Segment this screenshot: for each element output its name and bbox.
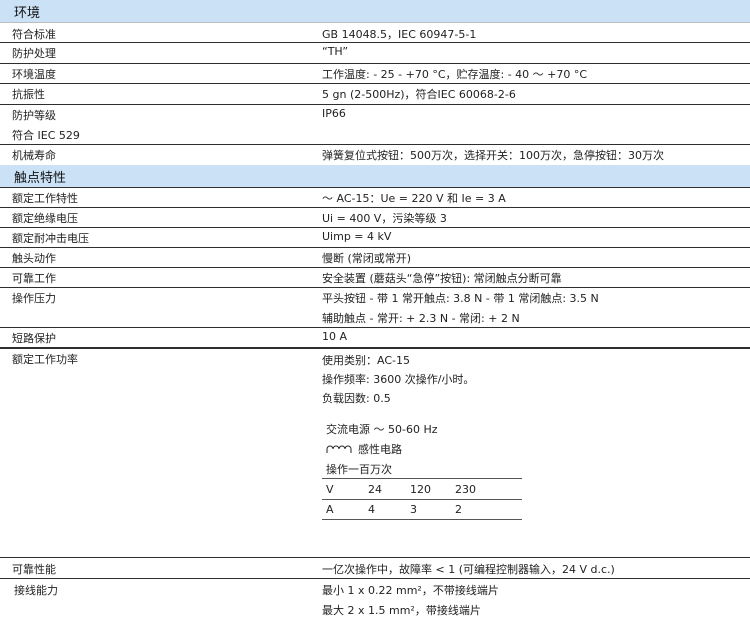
power-million-ops: 操作一百万次 bbox=[326, 463, 392, 476]
row-value-rated-char: ～ AC-15：Ue = 220 V 和 Ie = 3 A bbox=[322, 192, 506, 205]
divider bbox=[0, 267, 750, 268]
table-cell: 4 bbox=[368, 503, 375, 516]
divider bbox=[0, 144, 750, 145]
divider bbox=[0, 327, 750, 328]
row-value-mech-life: 弹簧复位式按钮：500万次，选择开关：100万次，急停按钮：30万次 bbox=[322, 149, 664, 162]
row-value-short-circuit: 10 A bbox=[322, 330, 348, 343]
row-value-reliability: 一亿次操作中，故障率 < 1 (可编程控制器输入，24 V d.c.) bbox=[322, 563, 615, 576]
section-title: 触点特性 bbox=[14, 171, 67, 186]
row-value-standard: GB 14048.5，IEC 60947-5-1 bbox=[322, 28, 477, 41]
row-value-force-2: 辅助触点 - 常开: + 2.3 N - 常闭: + 2 N bbox=[322, 312, 520, 325]
inductor-icon bbox=[326, 445, 352, 453]
divider bbox=[0, 287, 750, 288]
row-label-impulse: 额定耐冲击电压 bbox=[12, 232, 89, 245]
power-usage-category: 使用类别：AC-15 bbox=[322, 354, 410, 367]
row-value-action: 慢断 (常闭或常开) bbox=[322, 252, 412, 265]
power-frequency: 操作频率: 3600 次操作/小时。 bbox=[322, 373, 475, 386]
row-value-ip-rating: IP66 bbox=[322, 107, 346, 120]
table-header-cell: 24 bbox=[368, 483, 382, 496]
row-value-connection-2: 最大 2 x 1.5 mm²，带接线端片 bbox=[322, 604, 481, 617]
divider bbox=[0, 187, 750, 188]
table-header-cell: 120 bbox=[410, 483, 431, 496]
divider bbox=[0, 207, 750, 208]
row-value-insulation: Ui = 400 V，污染等级 3 bbox=[322, 212, 447, 225]
table-cell: 3 bbox=[410, 503, 417, 516]
row-value-force-1: 平头按钮 - 带 1 常开触点: 3.8 N - 带 1 常闭触点: 3.5 N bbox=[322, 292, 599, 305]
row-label-ip-rating: 防护等级 bbox=[12, 109, 56, 122]
row-value-connection-1: 最小 1 x 0.22 mm²，不带接线端片 bbox=[322, 584, 499, 597]
row-label-power: 额定工作功率 bbox=[12, 353, 78, 366]
row-label-reliability: 可靠性能 bbox=[12, 563, 56, 576]
row-label-reliable: 可靠工作 bbox=[12, 272, 56, 285]
divider bbox=[0, 247, 750, 248]
divider bbox=[0, 63, 750, 64]
row-label-mech-life: 机械寿命 bbox=[12, 149, 56, 162]
table-rule bbox=[322, 499, 522, 500]
row-label-short-circuit: 短路保护 bbox=[12, 332, 56, 345]
table-header-cell: 230 bbox=[455, 483, 476, 496]
row-value-impulse: Uimp = 4 kV bbox=[322, 230, 392, 243]
divider bbox=[0, 42, 750, 43]
row-label-standard: 符合标准 bbox=[12, 28, 56, 41]
table-rule bbox=[322, 519, 522, 520]
divider bbox=[0, 22, 750, 23]
row-label-protection-treatment: 防护处理 bbox=[12, 47, 56, 60]
spec-sheet: 环境 符合标准 GB 14048.5，IEC 60947-5-1 防护处理 “T… bbox=[0, 0, 750, 622]
power-load-factor: 负载因数: 0.5 bbox=[322, 392, 391, 405]
section-header-contact: 触点特性 bbox=[0, 165, 750, 187]
row-label-force: 操作压力 bbox=[12, 292, 56, 305]
divider bbox=[0, 347, 750, 349]
row-label-rated-char: 额定工作特性 bbox=[12, 192, 78, 205]
table-row-a: A bbox=[326, 503, 334, 516]
power-ac-supply: 交流电源 ～ 50-60 Hz bbox=[326, 423, 438, 436]
row-label-vibration: 抗振性 bbox=[12, 88, 45, 101]
divider bbox=[0, 104, 750, 105]
row-value-reliable: 安全装置 (蘑菇头“急停”按钮): 常闭触点分断可靠 bbox=[322, 272, 562, 285]
divider bbox=[0, 578, 750, 579]
table-cell: 2 bbox=[455, 503, 462, 516]
table-rule bbox=[322, 478, 522, 479]
row-label-connection: 接线能力 bbox=[14, 584, 58, 597]
divider bbox=[0, 557, 750, 558]
row-label-ambient-temp: 环境温度 bbox=[12, 68, 56, 81]
power-inductive: 感性电路 bbox=[358, 443, 402, 456]
divider bbox=[0, 83, 750, 84]
row-label-ip-standard: 符合 IEC 529 bbox=[12, 129, 80, 142]
table-header-v: V bbox=[326, 483, 334, 496]
row-value-ambient-temp: 工作温度: - 25 - +70 °C，贮存温度: - 40 ～ +70 °C bbox=[322, 68, 588, 81]
divider bbox=[0, 227, 750, 228]
row-value-protection-treatment: “TH” bbox=[322, 45, 349, 58]
section-title: 环境 bbox=[14, 6, 41, 21]
row-label-insulation: 额定绝缘电压 bbox=[12, 212, 78, 225]
row-value-vibration: 5 gn (2-500Hz)，符合IEC 60068-2-6 bbox=[322, 88, 516, 101]
row-label-action: 触头动作 bbox=[12, 252, 56, 265]
section-header-environment: 环境 bbox=[0, 0, 750, 22]
